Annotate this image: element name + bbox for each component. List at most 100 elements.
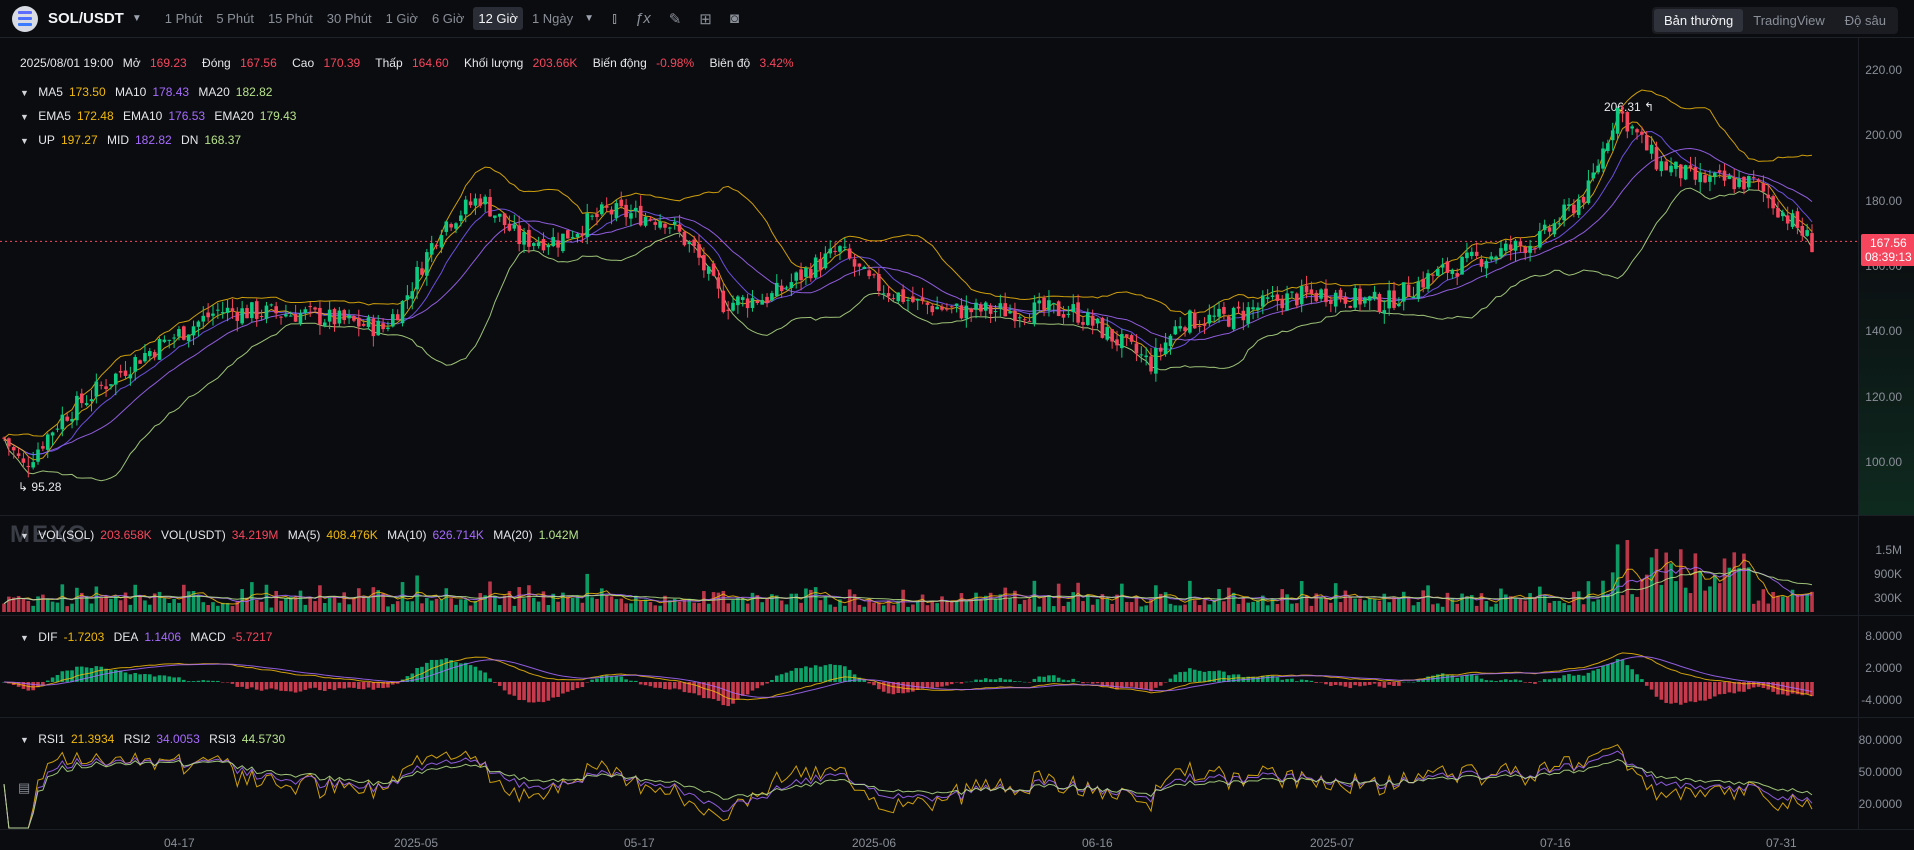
candle-body: [386, 327, 390, 329]
candle-body: [901, 289, 905, 303]
candle-body: [745, 298, 750, 309]
candle-body: [1805, 230, 1809, 236]
candle-body: [794, 272, 799, 281]
volume-bar: [1377, 600, 1382, 612]
macd-bar: [813, 665, 818, 682]
macd-bar: [1712, 682, 1717, 697]
dif-line: [3, 652, 1813, 701]
candle-body: [828, 248, 833, 254]
candle-body: [1333, 292, 1338, 307]
volume-bar: [750, 592, 755, 612]
volume-bar: [643, 599, 648, 612]
macd-bar: [1309, 680, 1314, 682]
macd-bar: [1397, 682, 1401, 686]
macd-bar: [843, 666, 847, 682]
volume-bar: [1678, 549, 1683, 612]
volume-bar: [556, 601, 560, 612]
macd-bar: [303, 682, 308, 690]
candle-body: [512, 224, 517, 229]
macd-bar: [245, 682, 249, 689]
candle-body: [1008, 311, 1012, 314]
macd-bar: [1265, 675, 1270, 682]
volume-bar: [765, 598, 769, 612]
candle-body: [497, 213, 502, 217]
candle-body: [527, 229, 531, 247]
volume-bar: [959, 593, 964, 612]
candle-body: [259, 316, 264, 318]
candle-body: [11, 447, 16, 451]
rsi-axis[interactable]: 80.0000 50.0000 20.0000: [1858, 718, 1914, 830]
macd-bar: [41, 682, 45, 685]
macd-bar: [1124, 682, 1129, 687]
macd-bar: [337, 682, 342, 689]
candle-body: [1110, 329, 1114, 342]
volume-bar: [1027, 598, 1032, 612]
macd-bar: [342, 682, 347, 689]
macd-bar: [867, 682, 871, 684]
candle-body: [1066, 313, 1071, 315]
volume-bar: [1226, 587, 1231, 612]
candle-body: [1615, 107, 1620, 134]
candle-body: [1397, 304, 1401, 307]
candle-body: [488, 197, 492, 217]
candle-body: [677, 224, 682, 232]
volume-bar: [303, 604, 308, 612]
candle-body: [1324, 288, 1328, 303]
candle-body: [1479, 259, 1484, 267]
macd-bar: [143, 674, 147, 682]
candle-body: [1528, 245, 1532, 253]
macd-axis[interactable]: 8.0000 2.0000 -4.0000: [1858, 616, 1914, 718]
candle-body: [1192, 312, 1197, 329]
volume-bar: [1499, 588, 1503, 612]
candle-body: [1149, 356, 1153, 372]
volume-bar: [881, 605, 886, 612]
volume-bar: [1066, 601, 1071, 612]
candle-body: [1367, 296, 1372, 301]
macd-bar: [1547, 679, 1552, 682]
candle-body: [327, 309, 332, 322]
macd-bar: [284, 682, 288, 692]
macd-bar: [1513, 679, 1518, 682]
volume-axis[interactable]: 1.5M 900K 300K: [1858, 516, 1914, 616]
volume-bar: [454, 604, 458, 612]
macd-bar: [429, 659, 434, 682]
volume-bar: [531, 597, 536, 612]
volume-bar: [964, 601, 969, 612]
candle-body: [1197, 325, 1202, 327]
candle-body: [872, 274, 876, 276]
ma10-line: [3, 130, 1813, 456]
axis-tick-label: 50.0000: [1858, 765, 1902, 779]
macd-bar: [872, 682, 876, 686]
volume-bar: [536, 601, 541, 612]
candle-body: [580, 233, 585, 236]
axis-tick-label: 100.00: [1865, 454, 1902, 469]
candle-body: [983, 302, 988, 311]
volume-bar: [1805, 593, 1809, 612]
macd-bar: [148, 674, 152, 682]
macd-bar: [1557, 678, 1562, 682]
macd-bar: [104, 668, 108, 682]
candle-body: [731, 302, 735, 311]
macd-bar: [979, 679, 983, 682]
volume-bar: [1338, 602, 1343, 612]
candle-body: [1717, 170, 1722, 173]
macd-bar: [89, 668, 94, 682]
candle-body: [823, 253, 828, 269]
volume-bar: [172, 599, 176, 612]
candle-body: [1392, 290, 1396, 308]
volume-bar: [1052, 606, 1056, 612]
price-axis[interactable]: 220.00200.00180.00160.00140.00120.00100.…: [1858, 38, 1914, 516]
volume-bar: [497, 605, 502, 612]
macd-bar: [298, 682, 303, 692]
volume-bar: [877, 602, 881, 612]
candle-body: [162, 339, 167, 342]
volume-bar: [196, 594, 201, 612]
candle-body: [1217, 308, 1221, 317]
macd-bar: [1601, 665, 1605, 682]
candle-body: [1013, 310, 1017, 322]
macd-bar: [736, 682, 740, 700]
candle-body: [891, 298, 896, 300]
volume-bar: [337, 602, 342, 612]
candle-body: [26, 465, 31, 468]
volume-bar: [94, 586, 99, 612]
